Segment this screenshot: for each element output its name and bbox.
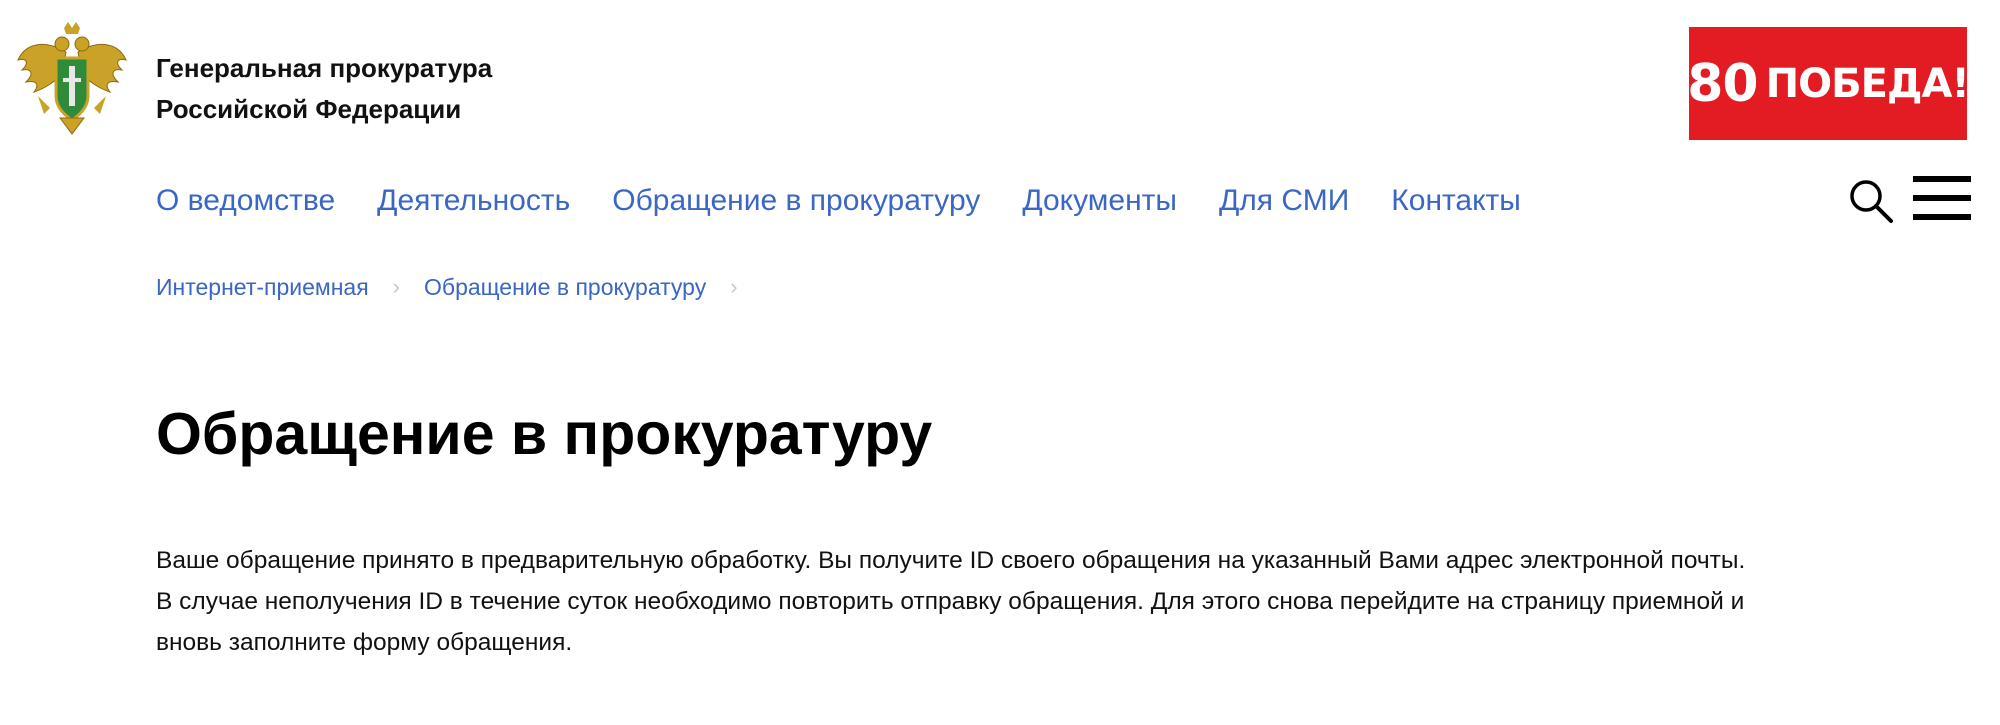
site-header: Генеральная прокуратура Российской Федер… [0,0,2000,150]
organization-title[interactable]: Генеральная прокуратура Российской Федер… [156,48,576,130]
search-icon[interactable] [1848,178,1894,224]
org-title-line2: Российской Федерации [156,94,462,124]
menu-bar [1913,214,1971,220]
notice-line: Ваше обращение принято в предварительную… [156,547,1746,574]
breadcrumb-item-reception[interactable]: Интернет-приемная [156,274,369,301]
hamburger-menu-icon[interactable] [1913,176,1971,220]
main-nav: О ведомстве Деятельность Обращение в про… [156,176,1563,226]
notice-line: вновь заполните форму обращения. [156,629,573,656]
nav-item-about[interactable]: О ведомстве [156,184,335,218]
nav-item-media[interactable]: Для СМИ [1219,184,1349,218]
notice-line: В случае неполучения ID в течение суток … [156,588,1745,615]
breadcrumb-item-appeal[interactable]: Обращение в прокуратуру [424,274,706,301]
breadcrumb: Интернет-приемная › Обращение в прокурат… [156,272,762,302]
victory-80-banner[interactable]: 80 ПОБЕДА! [1687,27,1970,140]
org-title-line1: Генеральная прокуратура [156,53,493,83]
victory-word: ПОБЕДА! [1765,60,1970,107]
nav-item-contacts[interactable]: Контакты [1391,184,1521,218]
nav-item-activity[interactable]: Деятельность [377,184,570,218]
menu-bar [1913,195,1971,201]
breadcrumb-separator-icon: › [730,274,738,299]
nav-item-appeal[interactable]: Обращение в прокуратуру [612,184,980,218]
menu-bar [1913,176,1971,182]
prosecutor-emblem-logo[interactable] [16,22,128,140]
victory-number: 80 [1687,53,1758,114]
nav-item-documents[interactable]: Документы [1022,184,1177,218]
breadcrumb-separator-icon: › [392,274,400,299]
submission-notice: Ваше обращение принято в предварительную… [156,540,1986,663]
page-title: Обращение в прокуратуру [156,401,933,467]
